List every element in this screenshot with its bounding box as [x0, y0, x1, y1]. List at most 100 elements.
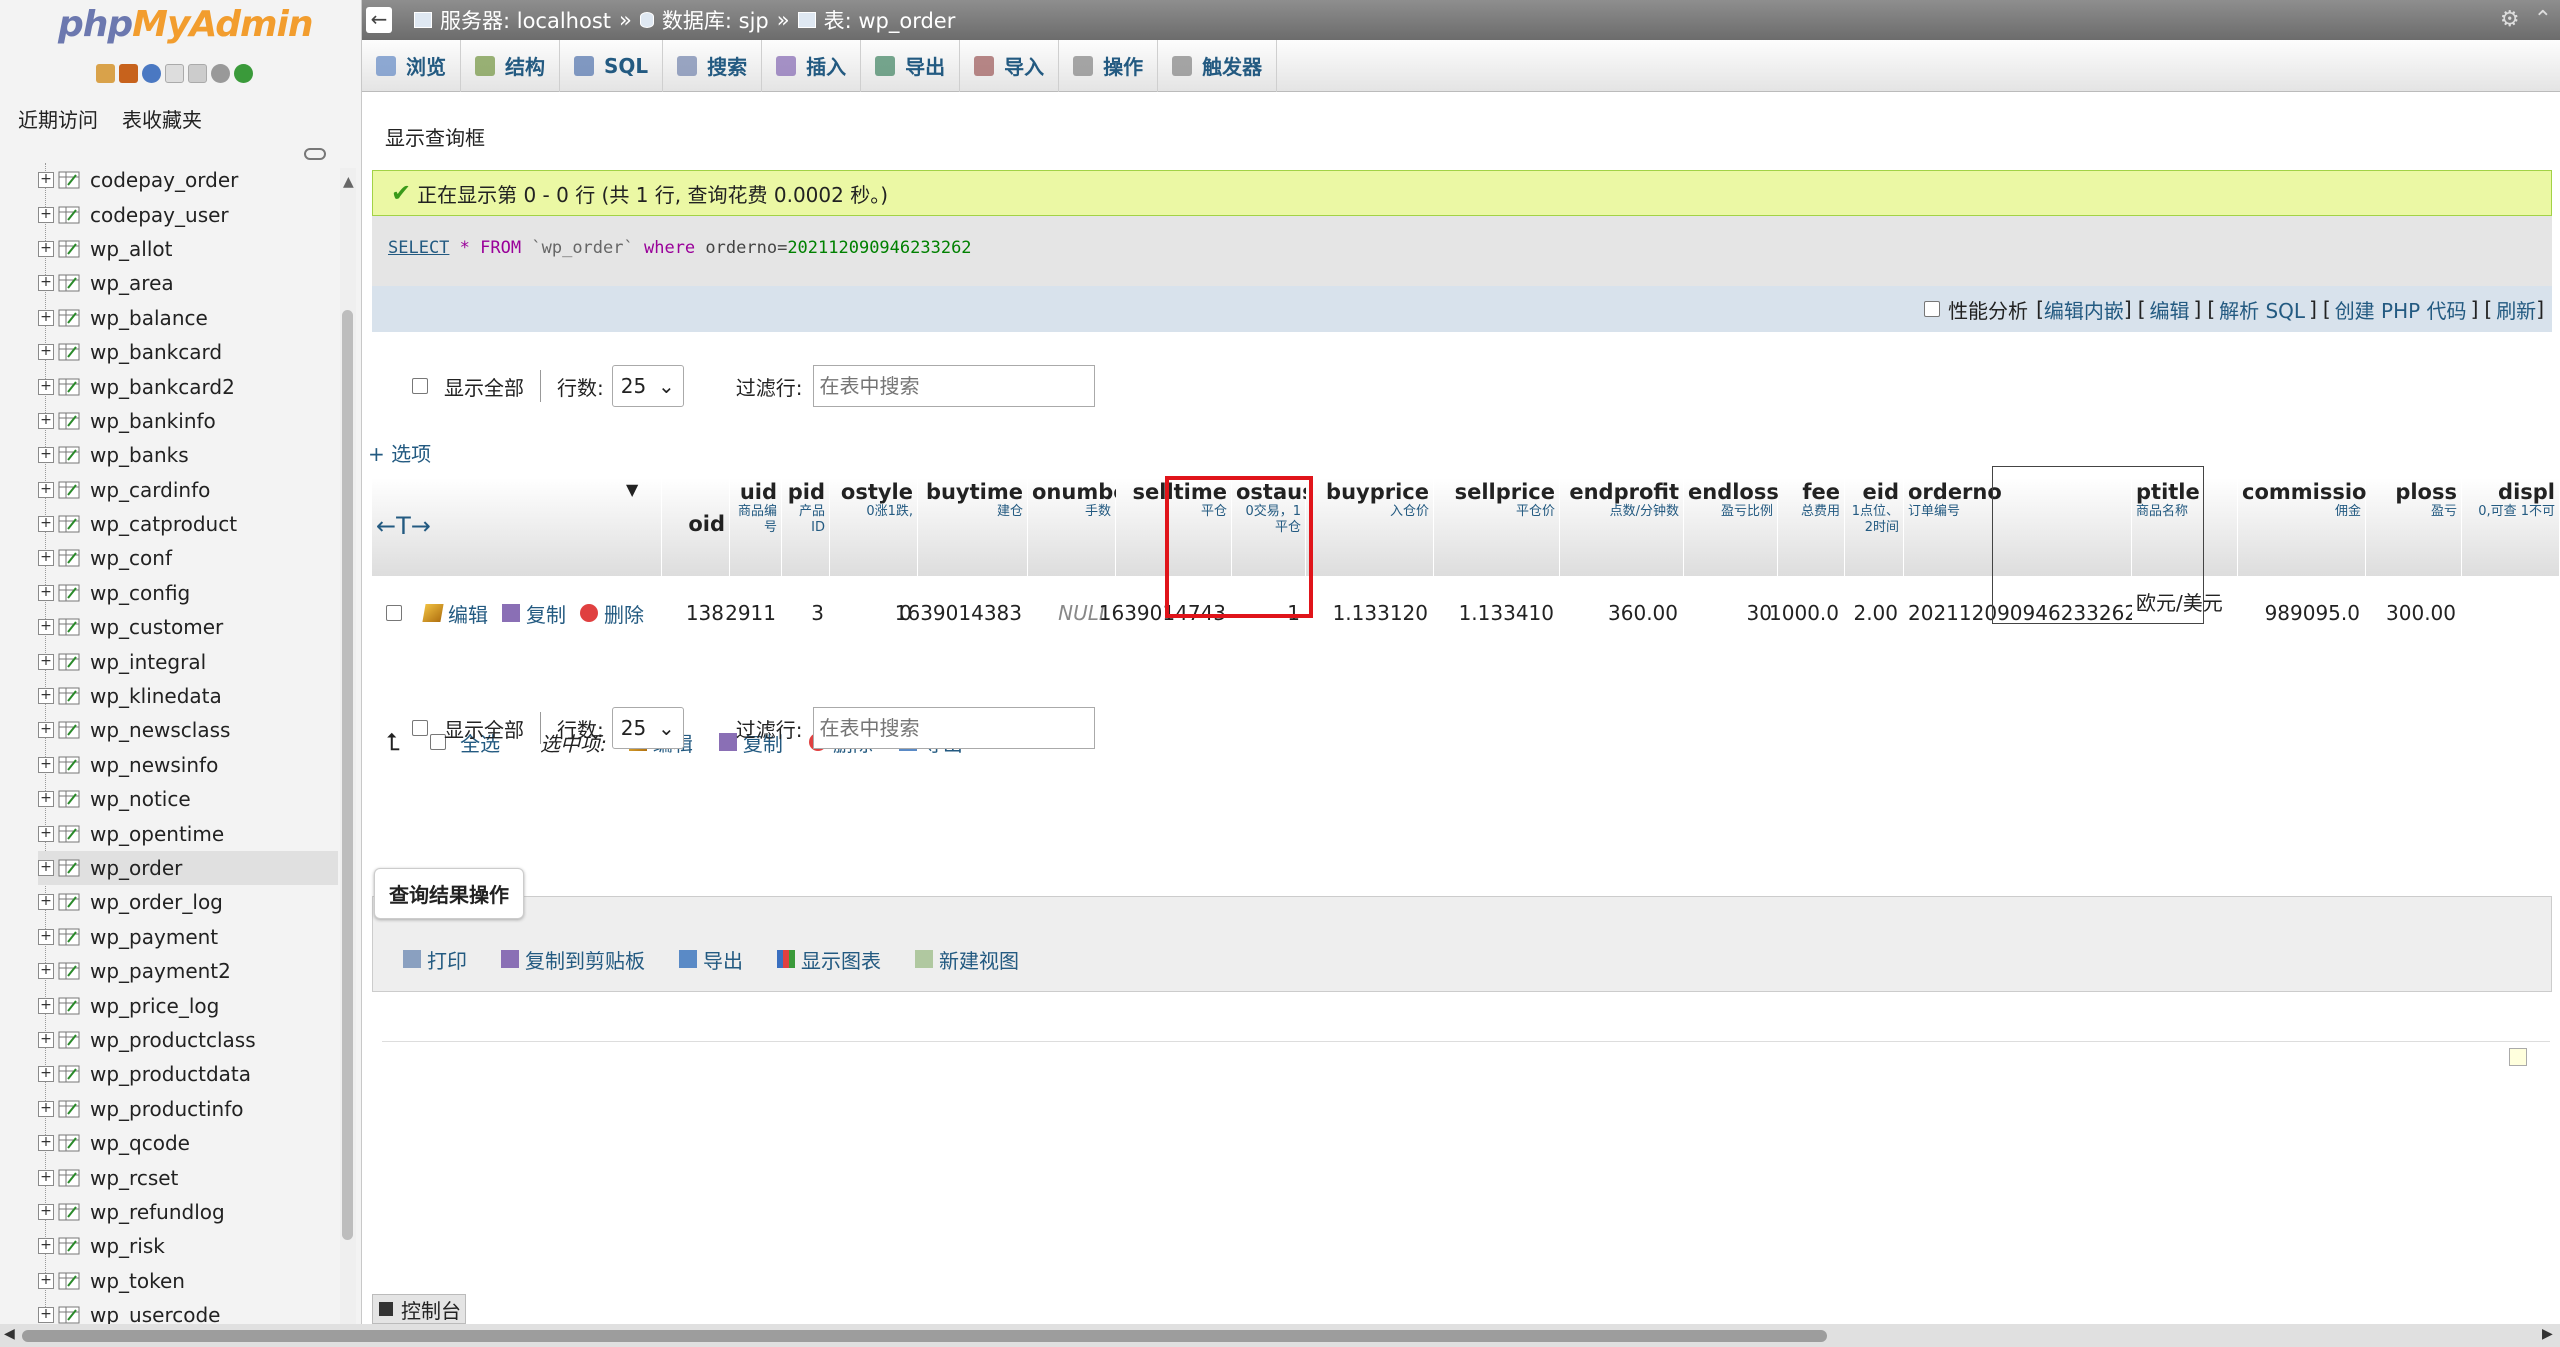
sidebar-table-item[interactable]: + wp_bankcard2	[38, 369, 338, 403]
table-cell-ploss[interactable]: 300.00	[2366, 584, 2462, 642]
sidebar-table-label[interactable]: wp_integral	[90, 650, 206, 674]
expand-plus-icon[interactable]: +	[38, 1307, 54, 1324]
sidebar-table-label[interactable]: wp_bankcard	[90, 340, 222, 364]
expand-plus-icon[interactable]: +	[38, 378, 54, 395]
logout-icon[interactable]	[119, 64, 138, 83]
phpmyadmin-logo[interactable]: phpMyAdmin	[58, 4, 313, 45]
tab-structure[interactable]: 结构	[461, 39, 560, 92]
sidebar-table-label[interactable]: wp_area	[90, 271, 174, 295]
column-header-endloss[interactable]: endloss 盈亏比例	[1684, 478, 1779, 576]
table-structure-icon[interactable]	[58, 240, 80, 258]
expand-plus-icon[interactable]: +	[38, 756, 54, 773]
rows-select-bottom[interactable]: 25 ⌄	[611, 707, 684, 749]
table-cell-fee[interactable]: 1000.0	[1769, 584, 1845, 642]
sidebar-table-label[interactable]: wp_config	[90, 581, 190, 605]
table-structure-icon[interactable]	[58, 1134, 80, 1152]
show-all-checkbox-bottom[interactable]	[412, 720, 428, 736]
table-structure-icon[interactable]	[58, 309, 80, 327]
sidebar-table-item[interactable]: + wp_order_log	[38, 885, 338, 919]
sidebar-table-label[interactable]: wp_balance	[90, 306, 208, 330]
expand-plus-icon[interactable]: +	[38, 412, 54, 429]
sidebar-table-label[interactable]: wp_productclass	[90, 1028, 256, 1052]
column-header-eid[interactable]: eid 1点位、2时间	[1845, 478, 1904, 576]
sidebar-table-label[interactable]: wp_price_log	[90, 994, 219, 1018]
sidebar-table-label[interactable]: wp_order_log	[90, 890, 223, 914]
sidebar-table-item[interactable]: + wp_order	[38, 850, 338, 886]
copy-to-clipboard-button[interactable]: 复制到剪贴板	[501, 945, 645, 974]
column-header-pid[interactable]: pid 产品ID	[782, 478, 830, 576]
sidebar-table-item[interactable]: + wp_cardinfo	[38, 473, 338, 507]
row-edit-button[interactable]: 编辑	[422, 599, 488, 628]
profiling-checkbox[interactable]	[1924, 301, 1941, 317]
sidebar-table-item[interactable]: + wp_area	[38, 266, 338, 300]
expand-plus-icon[interactable]: +	[38, 1272, 54, 1289]
sidebar-table-label[interactable]: wp_notice	[90, 787, 191, 811]
sidebar-table-label[interactable]: wp_productinfo	[90, 1097, 244, 1121]
table-cell-endprofit[interactable]: 360.00	[1560, 584, 1684, 642]
table-structure-icon[interactable]	[58, 412, 80, 430]
expand-plus-icon[interactable]: +	[38, 1169, 54, 1186]
expand-plus-icon[interactable]: +	[38, 1031, 54, 1048]
sidebar-table-item[interactable]: + wp_bankinfo	[38, 404, 338, 438]
rows-select[interactable]: 25 ⌄	[611, 365, 684, 407]
expand-plus-icon[interactable]: +	[38, 997, 54, 1014]
table-structure-icon[interactable]	[58, 584, 80, 602]
expand-plus-icon[interactable]: +	[38, 172, 54, 189]
edit-inline-link[interactable]: 编辑内嵌	[2044, 295, 2124, 324]
sidebar-table-item[interactable]: + wp_config	[38, 576, 338, 610]
show-query-box-link[interactable]: 显示查询框	[385, 122, 485, 151]
print-button[interactable]: 打印	[403, 945, 467, 974]
sidebar-table-item[interactable]: + wp_opentime	[38, 816, 338, 850]
sql-select-keyword[interactable]: SELECT	[388, 238, 449, 258]
show-all-checkbox[interactable]	[412, 378, 428, 394]
back-arrow-icon[interactable]: ←	[366, 7, 392, 33]
help-icon[interactable]	[142, 64, 161, 83]
expand-plus-icon[interactable]: +	[38, 928, 54, 945]
table-cell-buytime[interactable]: 1639014383	[895, 584, 1028, 642]
expand-plus-icon[interactable]: +	[38, 619, 54, 636]
sql-query-icon[interactable]	[188, 64, 207, 83]
export-button[interactable]: 导出	[679, 945, 743, 974]
table-structure-icon[interactable]	[58, 997, 80, 1015]
sidebar-table-item[interactable]: + wp_payment	[38, 920, 338, 954]
column-header-buytime[interactable]: buytime 建仓	[918, 478, 1028, 576]
create-view-button[interactable]: 新建视图	[915, 945, 1019, 974]
sidebar-table-label[interactable]: wp_opentime	[90, 822, 224, 846]
column-header-ploss[interactable]: ploss 盈亏	[2366, 478, 2462, 576]
table-cell-commission[interactable]: 989095.0	[2238, 584, 2366, 642]
tab-operations[interactable]: 操作	[1059, 39, 1159, 92]
table-structure-icon[interactable]	[58, 549, 80, 567]
sidebar-table-label[interactable]: wp_newsinfo	[90, 753, 218, 777]
explain-sql-link[interactable]: 解析 SQL	[2219, 295, 2305, 324]
reload-icon[interactable]	[234, 64, 253, 83]
table-structure-icon[interactable]	[58, 928, 80, 946]
sidebar-table-item[interactable]: + wp_klinedata	[38, 679, 338, 713]
sidebar-table-label[interactable]: wp_newsclass	[90, 718, 230, 742]
table-structure-icon[interactable]	[58, 171, 80, 189]
table-structure-icon[interactable]	[58, 790, 80, 808]
expand-plus-icon[interactable]: +	[38, 1203, 54, 1220]
sidebar-table-item[interactable]: + wp_productinfo	[38, 1092, 338, 1126]
table-structure-icon[interactable]	[58, 1065, 80, 1083]
row-delete-button[interactable]: 删除	[580, 599, 644, 628]
breadcrumb-table[interactable]: 表: wp_order	[824, 5, 956, 35]
column-header-oid[interactable]: oid	[662, 478, 730, 576]
resize-arrows-icon[interactable]: ←T→	[376, 512, 431, 540]
table-structure-icon[interactable]	[58, 721, 80, 739]
column-header-commission[interactable]: commission 佣金	[2238, 478, 2381, 576]
sidebar-table-label[interactable]: codepay_user	[90, 203, 229, 227]
sidebar-table-label[interactable]: wp_klinedata	[90, 684, 222, 708]
row-copy-button[interactable]: 复制	[502, 599, 566, 628]
refresh-link[interactable]: 刷新	[2496, 295, 2536, 324]
table-structure-icon[interactable]	[58, 618, 80, 636]
expand-plus-icon[interactable]: +	[38, 1135, 54, 1152]
table-structure-icon[interactable]	[58, 343, 80, 361]
sidebar-table-label[interactable]: wp_risk	[90, 1234, 165, 1258]
sidebar-table-item[interactable]: + wp_newsinfo	[38, 748, 338, 782]
sidebar-table-item[interactable]: + wp_risk	[38, 1229, 338, 1263]
expand-plus-icon[interactable]: +	[38, 963, 54, 980]
table-structure-icon[interactable]	[58, 274, 80, 292]
column-header-fee[interactable]: fee 总费用	[1778, 478, 1845, 576]
table-structure-icon[interactable]	[58, 206, 80, 224]
table-structure-icon[interactable]	[58, 515, 80, 533]
